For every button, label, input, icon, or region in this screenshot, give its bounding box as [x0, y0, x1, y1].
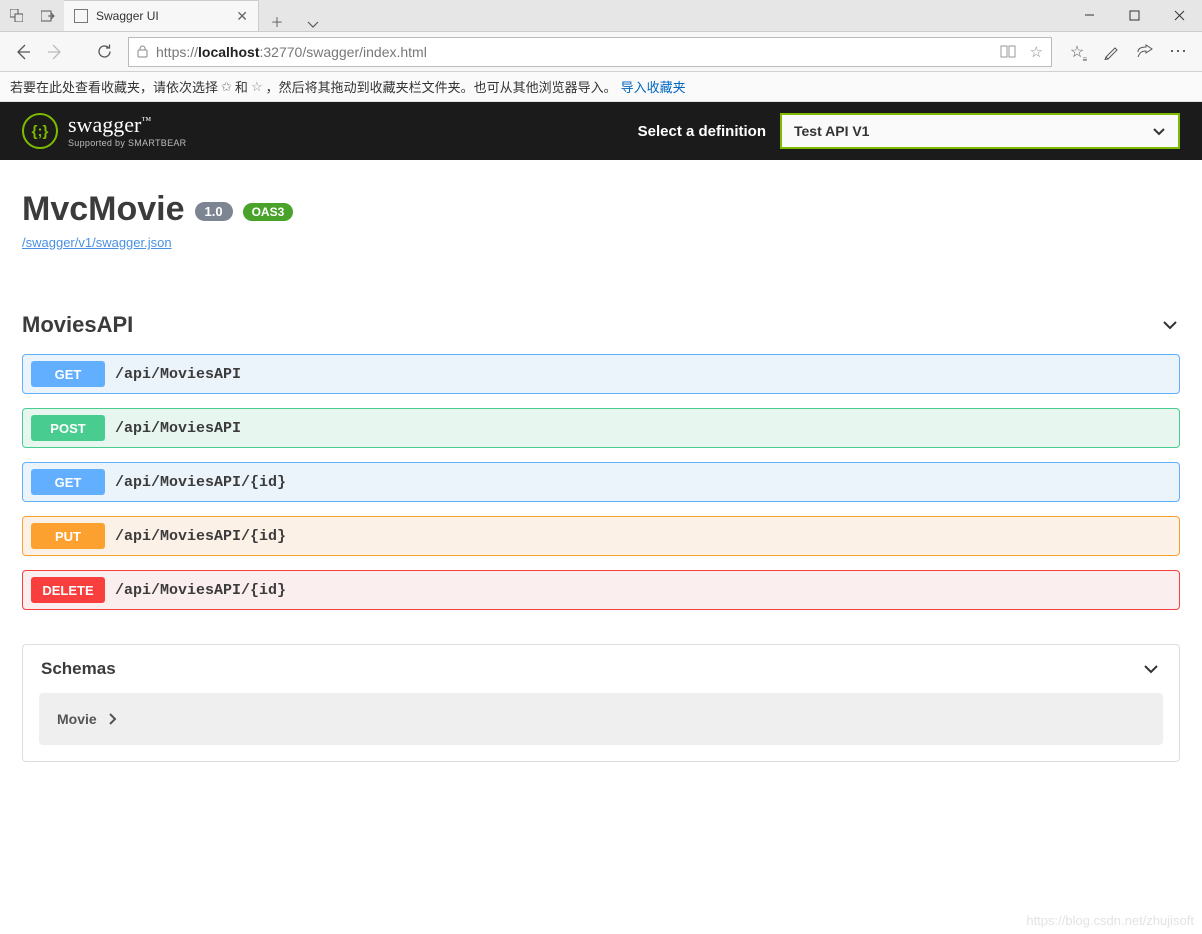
lock-icon [137, 45, 148, 58]
http-method-badge: POST [31, 415, 105, 441]
tag-name: MoviesAPI [22, 312, 133, 338]
bookmarks-hint-text-1: 若要在此处查看收藏夹，请依次选择 [10, 77, 218, 96]
operation-row[interactable]: PUT/api/MoviesAPI/{id} [22, 516, 1180, 556]
forward-button[interactable] [40, 36, 72, 68]
schemas-title: Schemas [41, 659, 116, 679]
swagger-page: MvcMovie 1.0 OAS3 /swagger/v1/swagger.js… [0, 160, 1202, 762]
watermark-text: https://blog.csdn.net/zhujisoft [1026, 913, 1194, 928]
chevron-down-icon [1141, 659, 1161, 679]
reading-view-icon[interactable] [1000, 45, 1016, 58]
swagger-supported-by: Supported by SMARTBEAR [68, 138, 187, 148]
share-icon[interactable] [1128, 36, 1162, 68]
import-bookmarks-link[interactable]: 导入收藏夹 [621, 77, 686, 96]
operation-path: /api/MoviesAPI/{id} [115, 528, 286, 545]
schema-item[interactable]: Movie [39, 693, 1163, 745]
operation-path: /api/MoviesAPI [115, 420, 241, 437]
notes-icon[interactable] [1094, 36, 1128, 68]
favorites-list-icon[interactable]: ☆≡ [1060, 36, 1094, 68]
url-field[interactable]: https://localhost:32770/swagger/index.ht… [128, 37, 1052, 67]
tag-header[interactable]: MoviesAPI [22, 312, 1180, 344]
swagger-topbar: {;} swagger™ Supported by SMARTBEAR Sele… [0, 102, 1202, 160]
operation-path: /api/MoviesAPI/{id} [115, 474, 286, 491]
swagger-logo-icon: {;} [22, 113, 58, 149]
close-button[interactable] [1157, 0, 1202, 31]
minimize-button[interactable] [1067, 0, 1112, 31]
operation-path: /api/MoviesAPI/{id} [115, 582, 286, 599]
tab-actions-icon[interactable] [0, 0, 32, 31]
http-method-badge: GET [31, 361, 105, 387]
maximize-button[interactable] [1112, 0, 1157, 31]
swagger-brand: swagger™ [68, 114, 187, 136]
tab-overflow-icon[interactable] [295, 17, 331, 31]
api-version-badge: 1.0 [195, 202, 233, 221]
operation-path: /api/MoviesAPI [115, 366, 241, 383]
schema-name: Movie [57, 711, 97, 727]
api-title: MvcMovie [22, 190, 185, 229]
url-text: https://localhost:32770/swagger/index.ht… [156, 44, 986, 60]
api-oas-badge: OAS3 [243, 203, 294, 221]
bookmarks-hint-text-3: ，然后将其拖动到收藏夹栏文件夹。也可从其他浏览器导入。 [266, 77, 617, 96]
chevron-down-icon [1152, 124, 1166, 138]
definition-select[interactable]: Test API V1 [780, 113, 1180, 149]
tab-favicon [74, 9, 88, 23]
http-method-badge: DELETE [31, 577, 105, 603]
schemas-section: Schemas Movie [22, 644, 1180, 762]
favorite-star-icon[interactable]: ☆ [1030, 43, 1043, 61]
set-aside-tabs-icon[interactable] [32, 0, 64, 31]
operation-row[interactable]: POST/api/MoviesAPI [22, 408, 1180, 448]
operations-list: GET/api/MoviesAPIPOST/api/MoviesAPIGET/a… [22, 354, 1180, 610]
window-controls [1067, 0, 1202, 31]
http-method-badge: PUT [31, 523, 105, 549]
operation-row[interactable]: GET/api/MoviesAPI/{id} [22, 462, 1180, 502]
definition-value: Test API V1 [794, 123, 869, 139]
tab-title: Swagger UI [96, 9, 228, 23]
refresh-button[interactable] [88, 36, 120, 68]
tab-close-icon[interactable]: ✕ [236, 8, 248, 25]
operation-row[interactable]: GET/api/MoviesAPI [22, 354, 1180, 394]
more-icon[interactable]: ⋯ [1162, 36, 1196, 68]
browser-tab[interactable]: Swagger UI ✕ [64, 0, 259, 31]
bookmarks-hint-bar: 若要在此处查看收藏夹，请依次选择 ✩ 和 ☆ ，然后将其拖动到收藏夹栏文件夹。也… [0, 72, 1202, 102]
operation-row[interactable]: DELETE/api/MoviesAPI/{id} [22, 570, 1180, 610]
back-button[interactable] [6, 36, 38, 68]
window-titlebar: Swagger UI ✕ ＋ [0, 0, 1202, 32]
select-definition-label: Select a definition [638, 123, 766, 140]
schemas-header[interactable]: Schemas [23, 645, 1179, 693]
star-hint-icon-1: ✩ [221, 79, 232, 95]
bookmarks-hint-text-2: 和 [235, 77, 248, 96]
swagger-json-link[interactable]: /swagger/v1/swagger.json [22, 235, 172, 250]
http-method-badge: GET [31, 469, 105, 495]
chevron-down-icon [1160, 315, 1180, 335]
address-bar: https://localhost:32770/swagger/index.ht… [0, 32, 1202, 72]
star-hint-icon-2: ☆ [251, 79, 263, 95]
chevron-right-icon [107, 713, 119, 725]
new-tab-button[interactable]: ＋ [259, 12, 295, 31]
